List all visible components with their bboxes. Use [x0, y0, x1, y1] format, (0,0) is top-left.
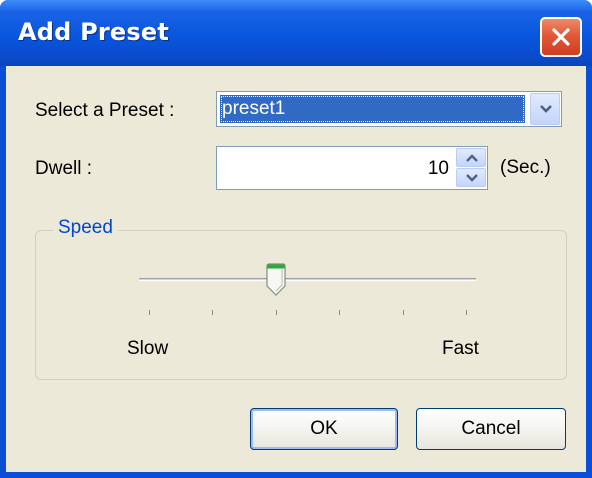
preset-dropdown-button[interactable] [530, 93, 560, 125]
preset-selected-value[interactable]: preset1 [220, 95, 525, 123]
dialog-body: Select a Preset : preset1 Dwell : 10 (Se… [6, 66, 586, 472]
dwell-spin-buttons [456, 148, 486, 188]
spin-down-button[interactable] [456, 168, 486, 187]
window-title: Add Preset [18, 18, 170, 46]
speed-slider-tick [212, 310, 214, 315]
add-preset-dialog: Add Preset Select a Preset : preset1 Dwe… [0, 0, 592, 478]
speed-slider-thumb[interactable] [265, 263, 287, 297]
dwell-spinbox[interactable]: 10 [216, 146, 488, 190]
speed-groupbox [35, 230, 567, 380]
preset-label: Select a Preset : [35, 100, 175, 121]
speed-slider-tick [339, 310, 341, 315]
chevron-down-icon [540, 105, 552, 113]
dwell-label: Dwell : [35, 158, 93, 179]
dwell-value[interactable]: 10 [428, 158, 449, 180]
speed-max-label: Fast [442, 338, 479, 359]
speed-group-title: Speed [53, 217, 118, 239]
spin-up-icon [466, 154, 478, 162]
speed-slider-tick [275, 310, 277, 315]
cancel-button[interactable]: Cancel [416, 408, 566, 450]
dwell-unit: (Sec.) [500, 157, 551, 178]
title-bar[interactable]: Add Preset [0, 0, 592, 66]
close-icon [552, 28, 570, 46]
speed-slider-track[interactable] [139, 278, 476, 281]
speed-slider-tick [466, 310, 467, 315]
spin-up-button[interactable] [456, 148, 486, 167]
speed-slider-tick [402, 310, 404, 315]
speed-min-label: Slow [127, 338, 169, 359]
preset-select[interactable]: preset1 [216, 91, 562, 127]
close-button[interactable] [540, 17, 582, 57]
speed-slider-tick [149, 310, 150, 315]
spin-down-icon [466, 174, 478, 182]
ok-button[interactable]: OK [250, 408, 398, 450]
